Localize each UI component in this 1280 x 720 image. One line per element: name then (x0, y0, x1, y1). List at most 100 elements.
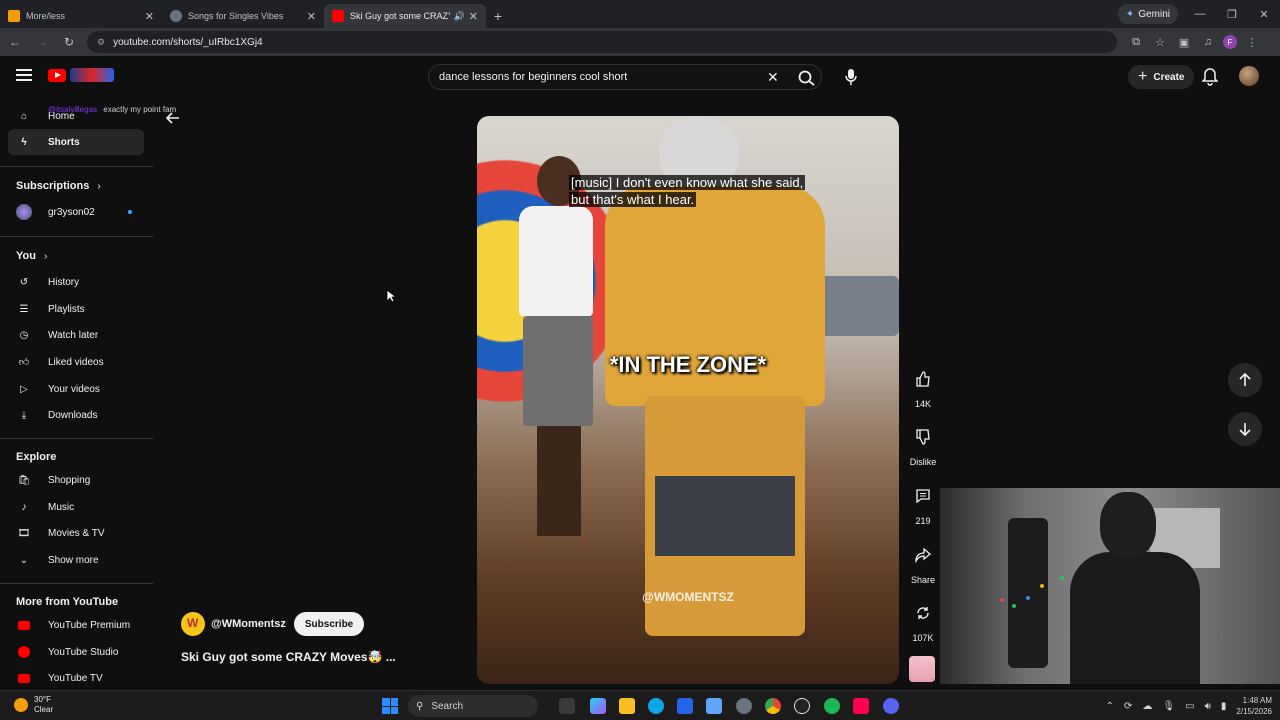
weather-widget[interactable]: 30°F Clear (14, 695, 53, 715)
clock[interactable]: 1:48 AM 2/15/2026 (1236, 695, 1272, 717)
sidebar-item-downloads[interactable]: ⤓ Downloads (8, 402, 144, 428)
notifications-bell-icon[interactable] (1202, 68, 1218, 86)
edge-icon[interactable] (648, 698, 664, 714)
caption-line-1: [music] I don't even know what she said, (569, 175, 806, 190)
forward-icon[interactable]: → (30, 30, 54, 54)
sidebar-item-show-more[interactable]: ⌄ Show more (8, 547, 144, 573)
sidebar-item-youtube-studio[interactable]: YouTube Studio (8, 639, 144, 665)
chevron-right-icon: › (97, 180, 101, 192)
close-tab-icon[interactable]: ✕ (307, 10, 316, 23)
sidebar-item-label: History (48, 276, 80, 288)
windows-start-icon[interactable] (382, 698, 398, 714)
sound-thumbnail[interactable] (909, 656, 935, 682)
back-icon[interactable]: ← (3, 30, 27, 54)
remix-button[interactable] (907, 597, 939, 629)
restore-icon[interactable]: ❐ (1216, 0, 1248, 28)
sidebar-item-movies-tv[interactable]: 🎞︎ Movies & TV (8, 520, 144, 546)
spotify-icon[interactable] (824, 698, 840, 714)
sidebar-item-history[interactable]: ↺ History (8, 269, 144, 295)
previous-short-button[interactable] (1228, 363, 1262, 397)
copilot-icon[interactable] (590, 698, 606, 714)
task-view-icon[interactable] (559, 698, 575, 714)
sidebar-item-playlists[interactable]: ☰ Playlists (8, 296, 144, 322)
short-title[interactable]: Ski Guy got some CRAZY Moves🤯 ... (181, 650, 396, 664)
voice-search-mic-icon[interactable] (838, 64, 864, 90)
video-overlay-text: *IN THE ZONE* (609, 352, 767, 377)
youtube-tv-icon (16, 670, 32, 686)
playlists-icon: ☰ (19, 303, 29, 315)
sidebar-item-music[interactable]: ♪ Music (8, 494, 144, 520)
media-control-icon[interactable]: ♫ (1199, 33, 1217, 51)
install-app-icon[interactable]: ⧉ (1127, 33, 1145, 51)
tray-app-icon[interactable]: ⟳ (1124, 701, 1132, 712)
speaker-icon[interactable]: 🔊 (454, 11, 465, 22)
taskbar-search[interactable]: ⚲ Search (408, 695, 538, 717)
sidebar-item-subscription[interactable]: gr3yson02 (8, 199, 144, 225)
taskbar-search-label: Search (431, 700, 464, 712)
settings-gear-icon[interactable] (736, 698, 752, 714)
close-tab-icon[interactable]: ✕ (469, 10, 478, 23)
next-short-button[interactable] (1228, 412, 1262, 446)
sidebar-item-liked-videos[interactable]: 👍︎ Liked videos (8, 349, 144, 375)
sidebar-item-label: Show more (48, 554, 99, 566)
kebab-menu-icon[interactable]: ⋮ (1243, 33, 1261, 51)
channel-avatar[interactable] (181, 612, 205, 636)
url-field[interactable]: ⚙ youtube.com/shorts/_uIRbc1XGj4 (87, 31, 1117, 53)
obs-icon[interactable] (794, 698, 810, 714)
comments-button[interactable] (907, 480, 939, 512)
sidebar-item-watch-later[interactable]: ◷ Watch later (8, 322, 144, 348)
discord-icon[interactable] (883, 698, 899, 714)
minimize-icon[interactable]: — (1184, 0, 1216, 28)
app-icon[interactable] (706, 698, 722, 714)
sidebar-item-label: Playlists (48, 303, 85, 315)
youtube-logo[interactable] (48, 68, 114, 82)
profile-avatar[interactable]: F (1223, 35, 1237, 49)
create-button[interactable]: + Create (1128, 65, 1195, 89)
sidebar-item-home[interactable]: ⌂ Home (8, 103, 144, 129)
new-tab-button[interactable]: + (486, 4, 510, 28)
battery-icon[interactable]: ▮ (1221, 701, 1227, 712)
search-icon[interactable] (797, 69, 817, 87)
microphone-icon[interactable]: 🎙︎ (1162, 701, 1175, 712)
store-icon[interactable] (677, 698, 693, 714)
reload-icon[interactable]: ↻ (57, 30, 81, 54)
gemini-button[interactable]: ✦ Gemini (1117, 4, 1178, 24)
network-icon[interactable]: ▭ (1185, 701, 1194, 712)
shorts-video-player[interactable]: [music] I don't even know what she said,… (477, 116, 899, 684)
subscribe-button[interactable]: Subscribe (293, 612, 365, 636)
browser-tab-1[interactable]: More/less ✕ (0, 4, 162, 28)
share-button[interactable] (907, 539, 939, 571)
chrome-icon[interactable] (765, 698, 781, 714)
search-input[interactable] (429, 71, 749, 83)
tiktok-icon[interactable] (853, 698, 869, 714)
bookmark-star-icon[interactable]: ☆ (1151, 33, 1169, 51)
close-window-icon[interactable]: ✕ (1248, 0, 1280, 28)
weather-condition: Clear (34, 705, 54, 714)
cloud-icon[interactable]: ☁ (1142, 701, 1152, 712)
sidebar-item-shopping[interactable]: 🛍︎ Shopping (8, 467, 144, 493)
sidebar-item-your-videos[interactable]: ▷ Your videos (8, 376, 144, 402)
video-caption: [music] I don't even know what she said,… (569, 174, 806, 208)
chevron-up-icon[interactable]: ⌃ (1106, 701, 1114, 712)
you-heading[interactable]: You › (16, 250, 47, 262)
sidebar-item-youtube-tv[interactable]: YouTube TV (8, 665, 144, 691)
subscriptions-heading[interactable]: Subscriptions › (16, 180, 101, 192)
side-panel-icon[interactable]: ▣ (1175, 33, 1193, 51)
volume-icon[interactable]: 🔊︎ (1205, 701, 1211, 712)
sidebar-item-shorts[interactable]: ϟ Shorts (8, 129, 144, 155)
channel-name[interactable]: @WMomentsz (211, 618, 286, 630)
sidebar-item-youtube-premium[interactable]: YouTube Premium (8, 612, 144, 638)
like-button[interactable] (907, 363, 939, 395)
site-info-icon[interactable]: ⚙ (97, 37, 105, 48)
hamburger-menu-icon[interactable] (16, 66, 32, 86)
browser-tab-3[interactable]: Ski Guy got some CRAZY M 🔊 ✕ (324, 4, 486, 28)
browser-tab-2[interactable]: Songs for Singles Vibes ✕ (162, 4, 324, 28)
thumbs-up-icon: 👍︎ (18, 357, 30, 368)
clear-search-icon[interactable]: ✕ (767, 69, 779, 86)
back-arrow-icon[interactable] (165, 110, 181, 126)
close-tab-icon[interactable]: ✕ (145, 10, 154, 23)
file-explorer-icon[interactable] (619, 698, 635, 714)
remix-icon (917, 607, 929, 619)
account-avatar[interactable] (1239, 66, 1259, 86)
dislike-button[interactable] (907, 421, 939, 453)
